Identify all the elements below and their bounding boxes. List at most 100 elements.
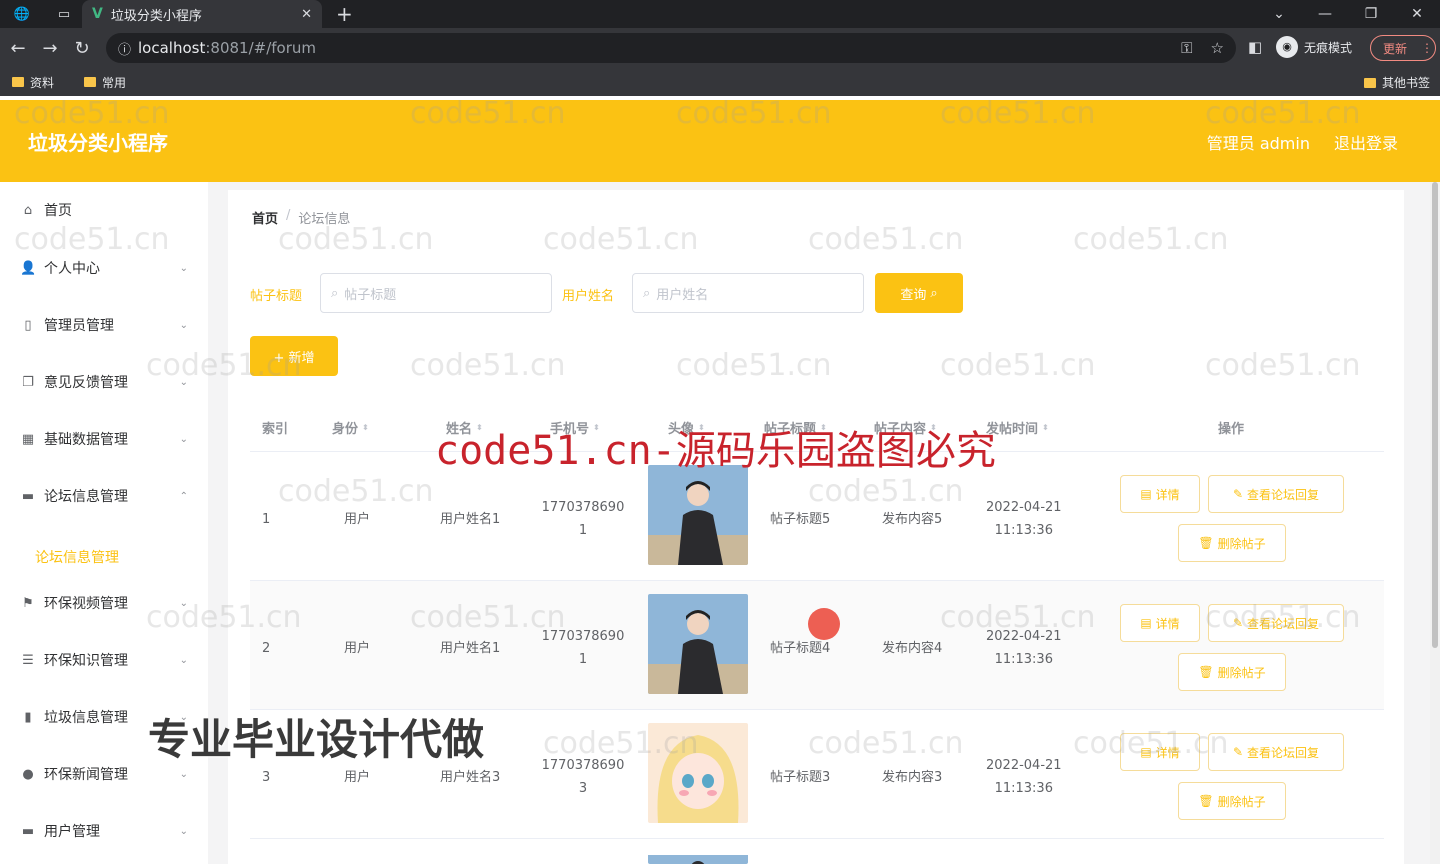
col-actions: 操作 [1218,422,1245,437]
trash-icon: 🗑 [1198,665,1214,679]
bulb-icon: ● [22,767,34,782]
window-icon[interactable]: ▭ [54,4,74,24]
name-filter-label: 用户姓名 [562,289,615,304]
chevron-down-icon: ⌄ [179,319,188,331]
update-button[interactable]: 更新 ⋮ [1370,35,1436,61]
ad-watermark: 专业毕业设计代做 [148,715,485,764]
name-placeholder: 用户姓名 [656,287,709,303]
globe-icon[interactable]: 🌐 [12,4,32,24]
sidebar-item-feedback[interactable]: ❐ 意见反馈管理 ⌄ [20,370,188,394]
detail-button[interactable]: ▤ 详情 [1120,475,1200,513]
sidebar-item-knowledge[interactable]: ☰ 环保知识管理 ⌄ [20,648,188,672]
current-user: 管理员 admin [1206,134,1310,153]
edit-icon: ✎ [1232,487,1244,501]
search-icon: ⌕ [643,285,651,301]
close-tab-icon[interactable]: ✕ [301,7,312,22]
delete-label: 删除帖子 [1217,794,1266,809]
logout-link[interactable]: 退出登录 [1334,130,1398,154]
avatar[interactable] [648,465,748,565]
back-icon[interactable]: ← [2,38,34,59]
browser-tab[interactable]: V 垃圾分类小程序 ✕ [82,0,322,28]
user-icon: 👤 [20,261,37,276]
phone-part: 1 [578,652,588,667]
delete-label: 删除帖子 [1217,536,1266,551]
url-input[interactable]: ⓘ localhost:8081/#/forum ⚿ ☆ [106,33,1236,63]
reload-icon[interactable]: ↻ [66,38,98,59]
query-button[interactable]: 查询 ⌕ [875,273,963,313]
new-tab-button[interactable]: + [336,2,353,26]
name-search-input[interactable]: ⌕ 用户姓名 [632,273,864,313]
sort-icon[interactable]: ⬍ [1042,423,1049,432]
bookmark-folder[interactable]: 常用 [84,74,126,91]
phone-part: 3 [578,781,588,796]
title-placeholder: 帖子标题 [344,287,397,303]
date-part: 2022-04-21 [986,629,1062,644]
avatar-image [648,723,748,823]
add-button[interactable]: + 新增 [250,336,338,376]
scrollbar[interactable] [1430,182,1440,864]
sidebar-item-video[interactable]: ⚑ 环保视频管理 ⌄ [20,591,188,615]
sidebar-item-label: 首页 [44,203,72,219]
avatar[interactable] [648,852,748,864]
key-icon[interactable]: ⚿ [1181,39,1192,57]
sidebar-item-label: 论坛信息管理 [44,489,128,505]
title-search-input[interactable]: ⌕ 帖子标题 [320,273,552,313]
bookmark-label: 常用 [102,75,127,90]
sidebar-item-forum[interactable]: ▬ 论坛信息管理 ⌃ [20,484,188,508]
sort-icon[interactable]: ⬍ [362,423,369,432]
chevron-down-icon: ⌄ [179,376,188,388]
info-icon[interactable]: ⓘ [118,39,138,58]
tab-search-icon[interactable]: ⌄ [1256,0,1302,28]
incognito-indicator[interactable]: ◉ 无痕模式 [1276,36,1352,58]
sidebar-item-label: 环保新闻管理 [44,767,128,783]
trash-icon: 🗑 [1198,794,1214,808]
sidebar-item-home[interactable]: ⌂ 首页 [20,198,188,222]
forward-icon[interactable]: → [34,38,66,59]
chevron-down-icon: ⌄ [179,262,188,274]
close-window-button[interactable]: ✕ [1394,0,1440,28]
delete-button[interactable]: 🗑 删除帖子 [1178,782,1286,820]
view-reply-button[interactable]: ✎ 查看论坛回复 [1208,475,1344,513]
bookmark-folder[interactable]: 资料 [12,74,54,91]
copy-icon: ❐ [22,375,34,390]
chevron-down-icon: ⌄ [179,433,188,445]
sidebar-item-profile[interactable]: 👤 个人中心 ⌄ [20,256,188,280]
detail-button[interactable]: ▤ 详情 [1120,604,1200,642]
restore-button[interactable]: ❐ [1348,0,1394,28]
sidebar-item-users[interactable]: ▬ 用户管理 ⌄ [20,819,188,843]
window-controls: ⌄ — ❐ ✕ [1256,0,1440,28]
breadcrumb-current: 论坛信息 [298,212,351,227]
view-reply-button[interactable]: ✎ 查看论坛回复 [1208,733,1344,771]
avatar[interactable] [648,594,748,694]
document-icon: ▤ [1140,487,1152,501]
tab-title: 垃圾分类小程序 [110,8,202,24]
sidepanel-icon[interactable]: ◧ [1248,38,1262,56]
other-bookmarks[interactable]: 其他书签 [1363,74,1430,91]
sidebar-item-basedata[interactable]: ▦ 基础数据管理 ⌄ [20,427,188,451]
avatar-image [648,465,748,565]
breadcrumb-home[interactable]: 首页 [252,208,278,227]
sidebar-item-label: 管理员管理 [44,318,114,334]
query-label: 查询 [900,287,927,303]
address-bar: ← → ↻ ⓘ localhost:8081/#/forum ⚿ ☆ ◧ ◉ 无… [0,28,1440,68]
url-host: localhost [138,39,206,57]
view-reply-button[interactable]: ✎ 查看论坛回复 [1208,604,1344,642]
avatar[interactable] [648,723,748,823]
sidebar-item-admin[interactable]: ▯ 管理员管理 ⌄ [20,313,188,337]
sidebar-subitem-forum[interactable]: 论坛信息管理 [35,547,119,567]
edit-icon: ✎ [1232,616,1244,630]
col-role[interactable]: 身份 ⬍ [332,418,369,437]
cell-index: 1 [262,512,271,527]
document-icon: ▤ [1140,745,1152,759]
incognito-icon: ◉ [1276,36,1298,58]
star-icon[interactable]: ☆ [1211,39,1224,57]
delete-button[interactable]: 🗑 删除帖子 [1178,524,1286,562]
breadcrumb: 首页 / 论坛信息 [252,208,350,227]
minimize-button[interactable]: — [1302,0,1348,28]
scrollbar-thumb[interactable] [1432,182,1438,648]
bar-chart-icon: ▮ [24,710,32,725]
delete-button[interactable]: 🗑 删除帖子 [1178,653,1286,691]
detail-button[interactable]: ▤ 详情 [1120,733,1200,771]
cell-title: 帖子标题3 [770,770,831,785]
other-bookmarks-label: 其他书签 [1381,76,1430,90]
